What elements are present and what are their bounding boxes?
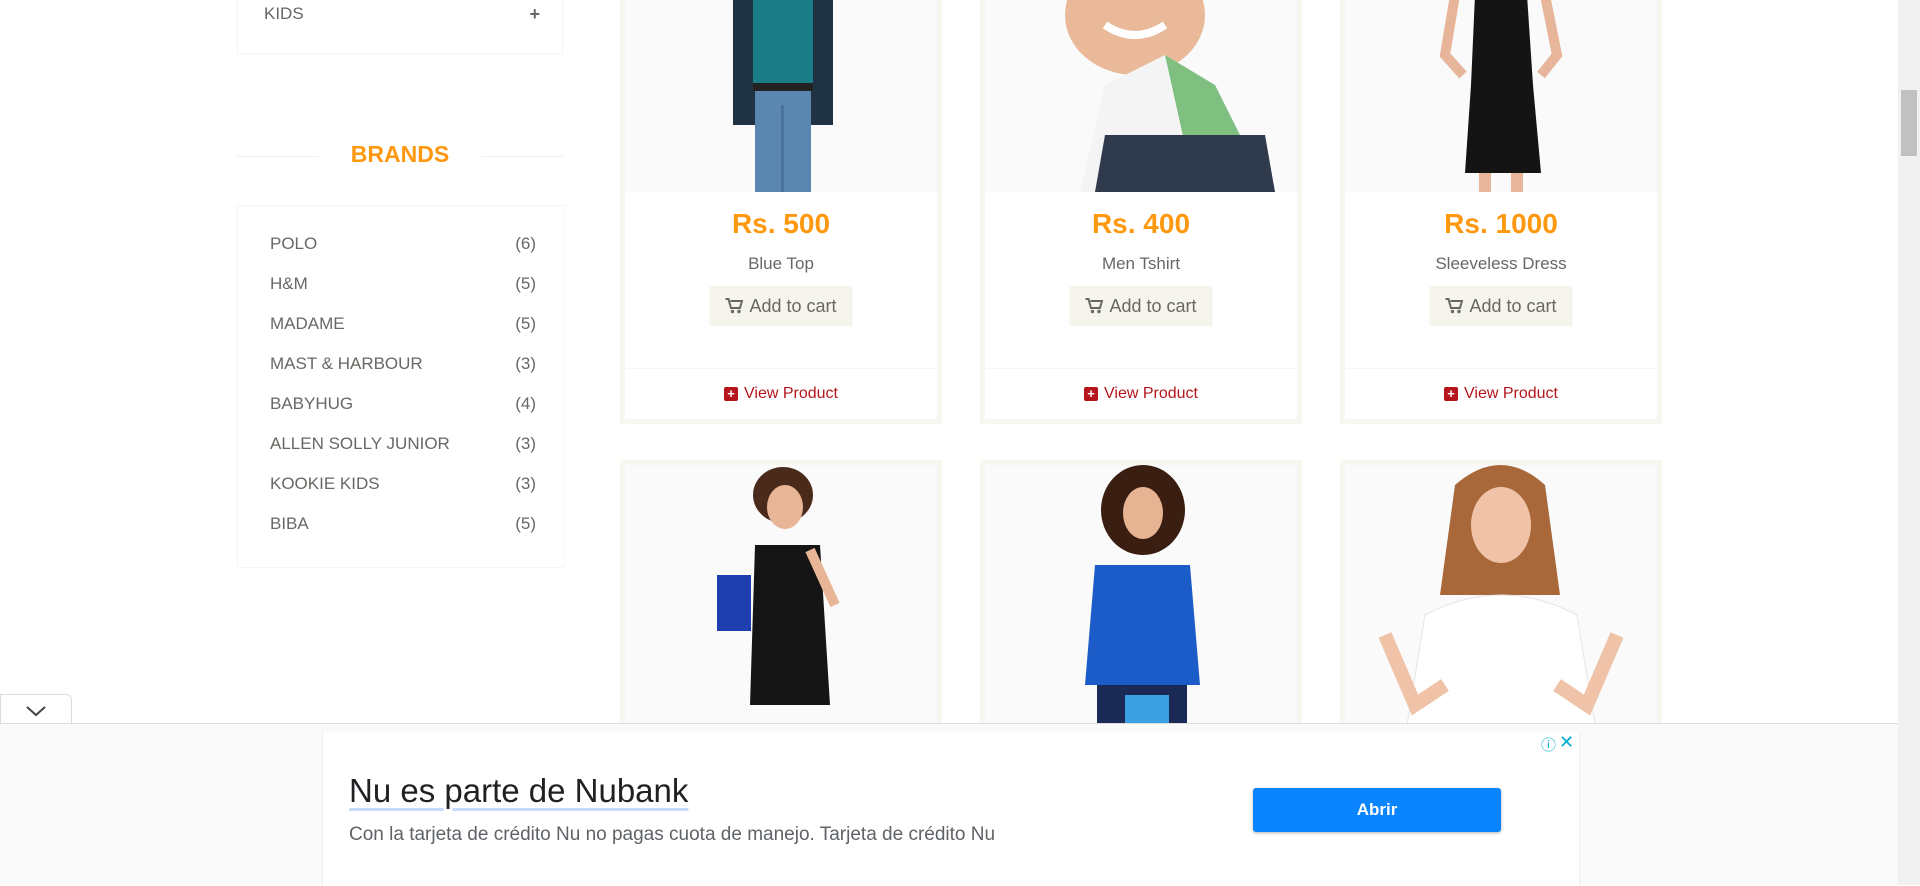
product-image <box>625 465 937 725</box>
chevron-down-icon[interactable] <box>1 695 73 725</box>
product-image <box>985 465 1297 725</box>
brand-item[interactable]: H&M (5) <box>270 264 536 304</box>
card-footer: + View Product <box>985 368 1297 419</box>
ad-open-button[interactable]: Abrir <box>1253 788 1501 832</box>
category-label[interactable]: KIDS <box>264 2 304 26</box>
brand-count: (6) <box>515 234 536 253</box>
product-name: Blue Top <box>748 254 814 273</box>
brand-name[interactable]: POLO <box>270 234 317 254</box>
product-name: Sleeveless Dress <box>1435 254 1567 273</box>
brand-item[interactable]: MAST & HARBOUR (3) <box>270 344 536 384</box>
ad-panel: ⓘ ✕ Nu es parte de Nubank Con la tarjeta… <box>322 732 1580 886</box>
category-panel: KIDS + <box>237 0 563 54</box>
product-price: Rs. 500 <box>731 208 831 239</box>
brand-count: (5) <box>515 314 536 333</box>
plus-icon[interactable]: + <box>529 2 540 26</box>
view-product-link[interactable]: View Product <box>1464 385 1558 403</box>
brand-count: (3) <box>515 354 536 373</box>
product-image <box>1345 465 1657 725</box>
add-to-cart-button[interactable]: Add to cart <box>1429 286 1573 326</box>
product-card: Rs. 500 Blue Top Add to cart + View Prod… <box>620 0 942 424</box>
sleeveless-dress-image <box>1345 0 1657 192</box>
ad-banner: ⓘ ✕ Nu es parte de Nubank Con la tarjeta… <box>0 723 1898 886</box>
brand-name[interactable]: KOOKIE KIDS <box>270 474 380 494</box>
brand-name[interactable]: H&M <box>270 274 308 294</box>
woman-blue-sweater-image <box>985 465 1297 725</box>
brands-heading: BRANDS <box>237 138 563 170</box>
brand-count: (5) <box>515 514 536 533</box>
girl-white-tshirt-image <box>1345 465 1657 725</box>
brand-item[interactable]: POLO (6) <box>270 224 536 264</box>
product-image <box>1345 0 1657 192</box>
divider <box>481 156 563 157</box>
ad-description: Con la tarjeta de crédito Nu no pagas cu… <box>349 824 996 845</box>
shopping-cart-icon <box>725 298 744 314</box>
plus-square-icon: + <box>1444 387 1458 401</box>
view-product-link[interactable]: View Product <box>744 385 838 403</box>
product-card <box>980 460 1302 760</box>
info-icon[interactable]: ⓘ <box>1541 734 1556 755</box>
page-scrollbar[interactable] <box>1898 0 1920 885</box>
brand-item[interactable]: ALLEN SOLLY JUNIOR (3) <box>270 424 536 464</box>
add-to-cart-button[interactable]: Add to cart <box>1069 286 1213 326</box>
add-to-cart-button[interactable]: Add to cart <box>709 286 853 326</box>
brand-name[interactable]: BABYHUG <box>270 394 353 414</box>
brand-item[interactable]: MADAME (5) <box>270 304 536 344</box>
ad-collapse-tab[interactable] <box>0 694 72 724</box>
product-card <box>620 460 942 760</box>
brand-item[interactable]: BABYHUG (4) <box>270 384 536 424</box>
brands-panel: POLO (6) H&M (5) MADAME (5) MAST & HARBO… <box>237 205 565 568</box>
shopping-cart-icon <box>1445 298 1464 314</box>
scrollbar-thumb[interactable] <box>1901 90 1917 156</box>
add-to-cart-label: Add to cart <box>749 295 837 316</box>
brands-title: BRANDS <box>350 141 450 167</box>
product-name: Men Tshirt <box>1101 254 1181 273</box>
brand-name[interactable]: BIBA <box>270 514 309 534</box>
plus-square-icon: + <box>724 387 738 401</box>
product-price: Rs. 400 <box>1091 208 1191 239</box>
product-card: Rs. 400 Men Tshirt Add to cart + View Pr… <box>980 0 1302 424</box>
man-tshirt-image <box>985 0 1297 192</box>
ad-title[interactable]: Nu es parte de Nubank <box>349 772 688 810</box>
add-to-cart-label: Add to cart <box>1109 295 1197 316</box>
product-image <box>625 0 937 192</box>
woman-blue-top-image <box>625 0 937 192</box>
brand-item[interactable]: BIBA (5) <box>270 504 536 544</box>
brand-count: (5) <box>515 274 536 293</box>
brand-name[interactable]: ALLEN SOLLY JUNIOR <box>270 434 450 454</box>
view-product-link[interactable]: View Product <box>1104 385 1198 403</box>
card-footer: + View Product <box>1345 368 1657 419</box>
product-image <box>985 0 1297 192</box>
card-footer: + View Product <box>625 368 937 419</box>
brand-name[interactable]: MAST & HARBOUR <box>270 354 423 374</box>
product-price: Rs. 1000 <box>1444 208 1558 239</box>
add-to-cart-label: Add to cart <box>1469 295 1557 316</box>
brand-list: POLO (6) H&M (5) MADAME (5) MAST & HARBO… <box>270 224 536 544</box>
brand-name[interactable]: MADAME <box>270 314 345 334</box>
woman-black-dress-image <box>625 465 937 725</box>
close-icon[interactable]: ✕ <box>1559 732 1574 753</box>
brand-count: (3) <box>515 434 536 453</box>
brand-count: (4) <box>515 394 536 413</box>
category-kids[interactable]: KIDS + <box>264 2 540 26</box>
shopping-cart-icon <box>1085 298 1104 314</box>
product-card: Rs. 1000 Sleeveless Dress Add to cart + … <box>1340 0 1662 424</box>
brand-count: (3) <box>515 474 536 493</box>
product-card <box>1340 460 1662 760</box>
plus-square-icon: + <box>1084 387 1098 401</box>
brand-item[interactable]: KOOKIE KIDS (3) <box>270 464 536 504</box>
